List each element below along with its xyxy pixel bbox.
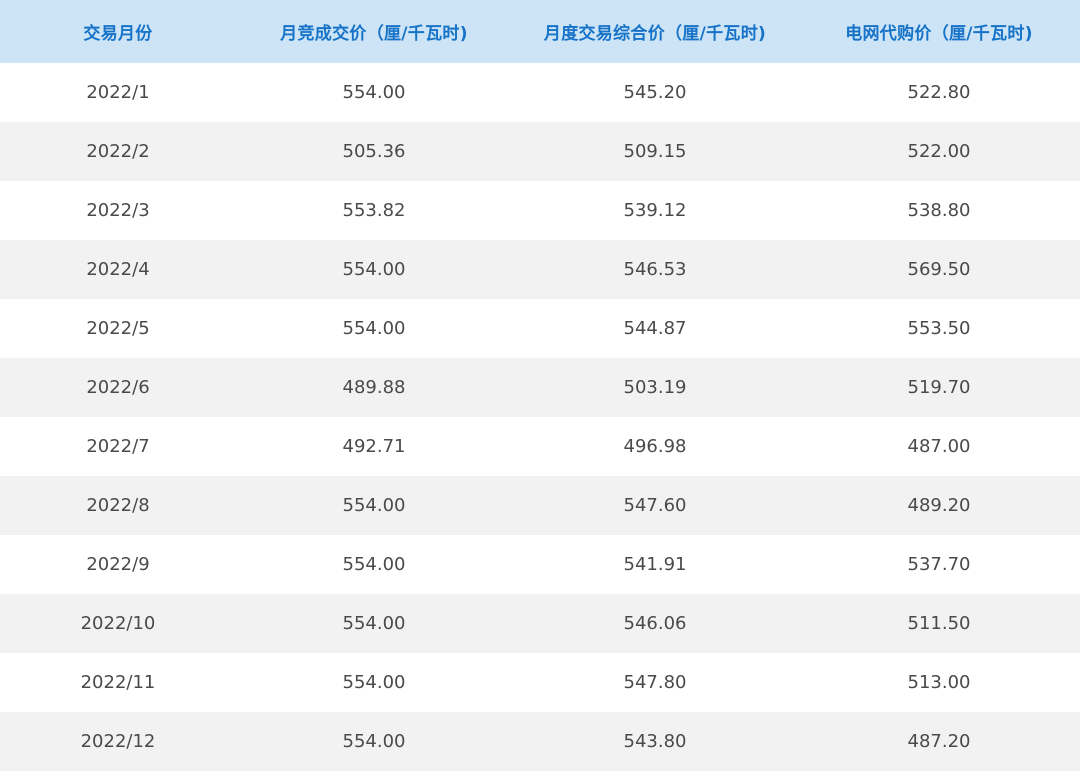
table-row: 2022/6 489.88 503.19 519.70: [0, 358, 1080, 417]
cell-grid-agency-price: 537.70: [798, 535, 1080, 594]
cell-monthly-bid-price: 554.00: [236, 653, 512, 712]
cell-monthly-bid-price: 554.00: [236, 712, 512, 771]
header-monthly-composite-price: 月度交易综合价（厘/千瓦时): [512, 0, 798, 63]
cell-monthly-composite-price: 496.98: [512, 417, 798, 476]
cell-monthly-bid-price: 492.71: [236, 417, 512, 476]
cell-trade-month: 2022/6: [0, 358, 236, 417]
cell-monthly-composite-price: 539.12: [512, 181, 798, 240]
cell-monthly-composite-price: 541.91: [512, 535, 798, 594]
header-monthly-bid-price: 月竞成交价（厘/千瓦时): [236, 0, 512, 63]
cell-monthly-composite-price: 544.87: [512, 299, 798, 358]
cell-monthly-composite-price: 503.19: [512, 358, 798, 417]
cell-monthly-bid-price: 553.82: [236, 181, 512, 240]
cell-trade-month: 2022/12: [0, 712, 236, 771]
cell-grid-agency-price: 553.50: [798, 299, 1080, 358]
cell-monthly-composite-price: 547.60: [512, 476, 798, 535]
table-row: 2022/12 554.00 543.80 487.20: [0, 712, 1080, 771]
header-grid-agency-price: 电网代购价（厘/千瓦时): [798, 0, 1080, 63]
cell-grid-agency-price: 522.80: [798, 63, 1080, 122]
cell-trade-month: 2022/2: [0, 122, 236, 181]
table-row: 2022/3 553.82 539.12 538.80: [0, 181, 1080, 240]
cell-grid-agency-price: 489.20: [798, 476, 1080, 535]
cell-monthly-bid-price: 505.36: [236, 122, 512, 181]
cell-monthly-composite-price: 545.20: [512, 63, 798, 122]
cell-trade-month: 2022/3: [0, 181, 236, 240]
cell-monthly-composite-price: 543.80: [512, 712, 798, 771]
header-trade-month: 交易月份: [0, 0, 236, 63]
cell-trade-month: 2022/11: [0, 653, 236, 712]
table-row: 2022/11 554.00 547.80 513.00: [0, 653, 1080, 712]
cell-monthly-bid-price: 554.00: [236, 535, 512, 594]
cell-trade-month: 2022/7: [0, 417, 236, 476]
table-row: 2022/7 492.71 496.98 487.00: [0, 417, 1080, 476]
cell-trade-month: 2022/5: [0, 299, 236, 358]
cell-grid-agency-price: 569.50: [798, 240, 1080, 299]
cell-monthly-composite-price: 546.53: [512, 240, 798, 299]
cell-grid-agency-price: 538.80: [798, 181, 1080, 240]
cell-monthly-composite-price: 509.15: [512, 122, 798, 181]
table-row: 2022/8 554.00 547.60 489.20: [0, 476, 1080, 535]
cell-monthly-bid-price: 554.00: [236, 63, 512, 122]
cell-trade-month: 2022/4: [0, 240, 236, 299]
cell-grid-agency-price: 522.00: [798, 122, 1080, 181]
cell-monthly-bid-price: 554.00: [236, 299, 512, 358]
cell-grid-agency-price: 487.00: [798, 417, 1080, 476]
table-row: 2022/2 505.36 509.15 522.00: [0, 122, 1080, 181]
cell-trade-month: 2022/8: [0, 476, 236, 535]
cell-grid-agency-price: 519.70: [798, 358, 1080, 417]
cell-monthly-bid-price: 554.00: [236, 240, 512, 299]
cell-monthly-composite-price: 546.06: [512, 594, 798, 653]
table-row: 2022/1 554.00 545.20 522.80: [0, 63, 1080, 122]
cell-trade-month: 2022/1: [0, 63, 236, 122]
cell-monthly-bid-price: 554.00: [236, 476, 512, 535]
electricity-price-table: 交易月份 月竞成交价（厘/千瓦时) 月度交易综合价（厘/千瓦时) 电网代购价（厘…: [0, 0, 1080, 771]
cell-grid-agency-price: 487.20: [798, 712, 1080, 771]
cell-grid-agency-price: 513.00: [798, 653, 1080, 712]
cell-grid-agency-price: 511.50: [798, 594, 1080, 653]
table-row: 2022/10 554.00 546.06 511.50: [0, 594, 1080, 653]
table-row: 2022/9 554.00 541.91 537.70: [0, 535, 1080, 594]
cell-trade-month: 2022/10: [0, 594, 236, 653]
cell-monthly-bid-price: 554.00: [236, 594, 512, 653]
table-row: 2022/4 554.00 546.53 569.50: [0, 240, 1080, 299]
cell-trade-month: 2022/9: [0, 535, 236, 594]
cell-monthly-composite-price: 547.80: [512, 653, 798, 712]
table-header-row: 交易月份 月竞成交价（厘/千瓦时) 月度交易综合价（厘/千瓦时) 电网代购价（厘…: [0, 0, 1080, 63]
table-row: 2022/5 554.00 544.87 553.50: [0, 299, 1080, 358]
cell-monthly-bid-price: 489.88: [236, 358, 512, 417]
